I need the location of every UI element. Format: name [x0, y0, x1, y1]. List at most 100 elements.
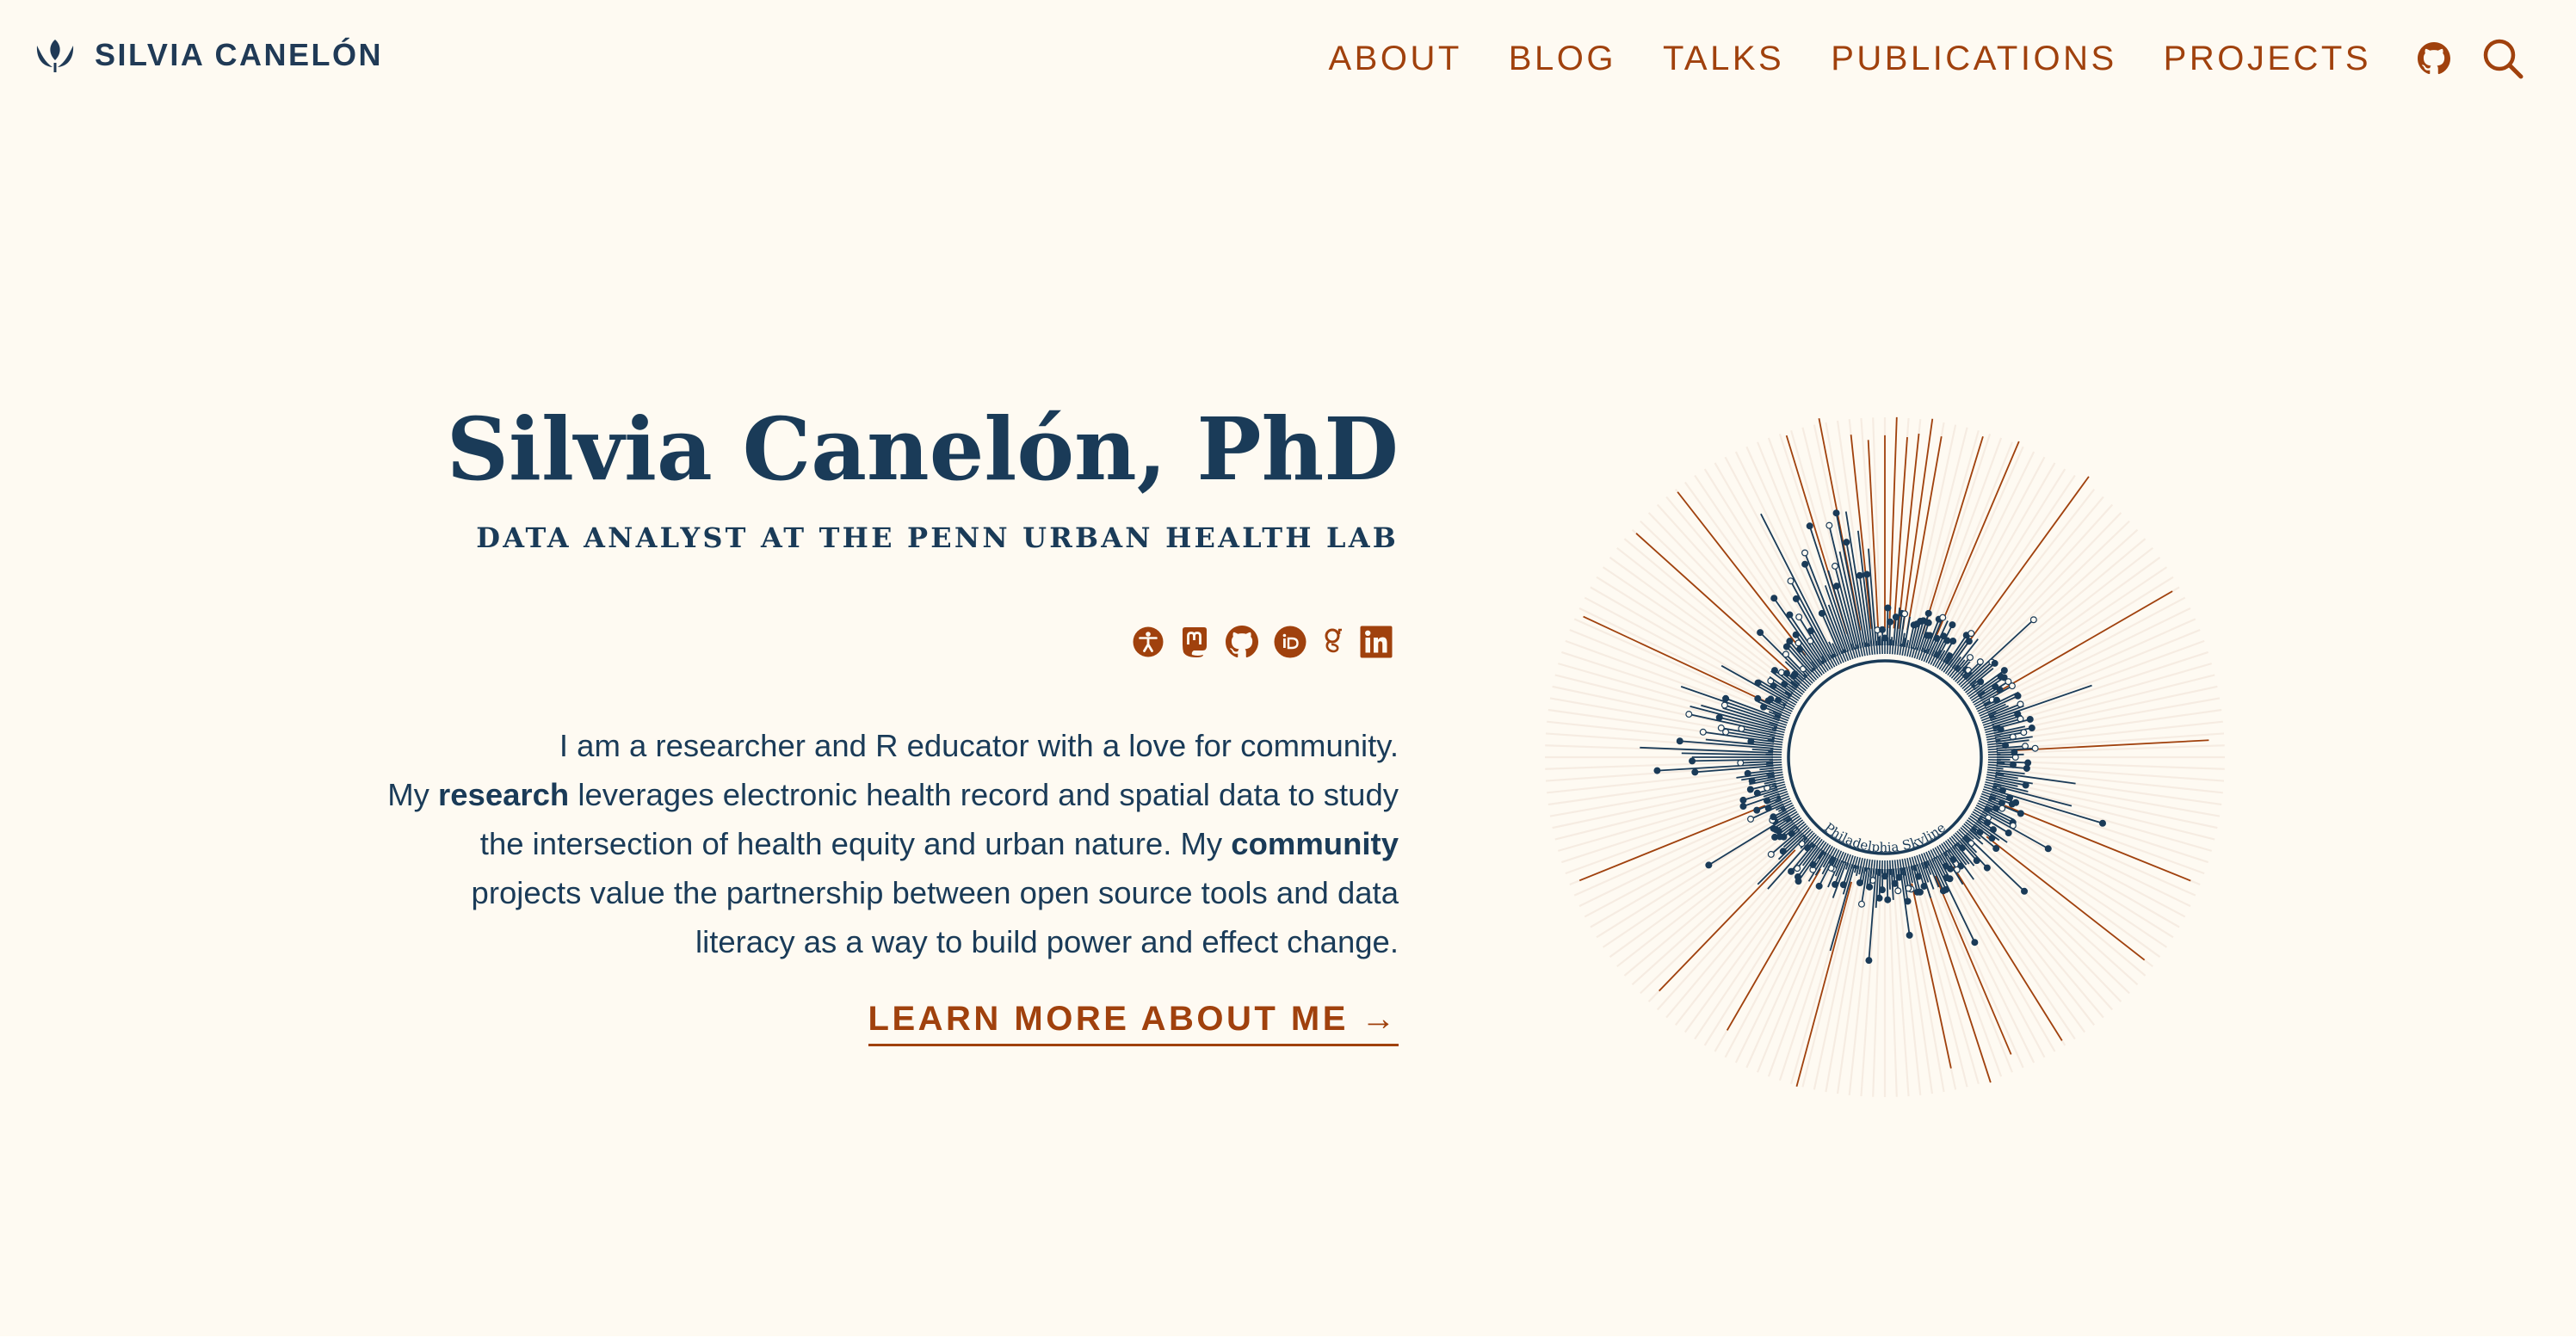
viz-bar-dot: [2008, 800, 2016, 808]
nav-blog[interactable]: BLOG: [1509, 40, 1616, 78]
viz-bar-dot: [1832, 509, 1840, 517]
viz-bar-dot: [1939, 614, 1947, 621]
viz-bar-dot: [1832, 562, 1839, 570]
viz-bar-dot: [1906, 931, 1913, 939]
site-logo[interactable]: SILVIA CANELÓN: [33, 33, 383, 77]
viz-bar-dot: [1968, 630, 1975, 638]
bio-line: My: [387, 777, 439, 812]
viz-bar-dot: [1992, 845, 2000, 853]
viz-spoke: [1569, 629, 1786, 718]
mastodon-icon[interactable]: [1179, 626, 1210, 658]
viz-spoke: [1984, 629, 2201, 718]
viz-bar-dot: [1691, 768, 1699, 776]
viz-bar-dot: [1884, 896, 1892, 903]
viz-bar-dot: [1832, 583, 1840, 590]
viz-bar-dot: [1786, 611, 1794, 619]
nav-publications[interactable]: PUBLICATIONS: [1831, 40, 2116, 78]
viz-spoke: [1941, 468, 2066, 667]
viz-bar-dot: [1806, 522, 1813, 530]
viz-bar-dot: [1865, 957, 1873, 965]
viz-bar-dot: [1832, 880, 1839, 888]
viz-bar-dot: [1801, 560, 1809, 568]
viz-bar-dot: [1884, 604, 1892, 612]
viz-bar-dot: [1779, 848, 1787, 855]
viz-bar-dot: [1744, 769, 1751, 777]
viz-bar-dot: [1757, 629, 1764, 637]
viz-spoke: [1943, 846, 2076, 1040]
viz-bar-dot: [1924, 609, 1932, 617]
viz-spoke: [1602, 816, 1796, 948]
page-subtitle: DATA ANALYST AT THE PENN URBAN HEALTH LA…: [476, 521, 1399, 554]
nav-about[interactable]: ABOUT: [1329, 40, 1462, 78]
learn-more-link[interactable]: LEARN MORE ABOUT ME →: [868, 1000, 1399, 1046]
viz-bar-dot: [2020, 729, 2028, 737]
social-links: [1133, 626, 1393, 658]
viz-bar-dot: [1887, 618, 1894, 626]
viz-bar-dot: [2029, 616, 2037, 624]
viz-tick: [1896, 644, 1900, 655]
viz-bar-dot: [1924, 619, 1932, 626]
github-icon[interactable]: [2418, 42, 2450, 75]
search-icon[interactable]: [2481, 37, 2524, 80]
viz-label: Philadelphia Skyline: [1821, 820, 1949, 855]
viz-bar-dot: [2031, 744, 2039, 752]
viz-bar-dot: [1983, 864, 1991, 872]
viz-bar-dot: [1965, 638, 1973, 645]
viz-bar-dot: [1676, 737, 1683, 745]
nav-talks[interactable]: TALKS: [1663, 40, 1784, 78]
viz-bar-dot: [1792, 595, 1800, 602]
viz-bar-dot: [1782, 669, 1790, 677]
viz-bar-dot: [2014, 692, 2022, 700]
bio-paragraph: I am a researcher and R educator with a …: [314, 721, 1399, 966]
viz-bar-dot: [1801, 549, 1809, 557]
linkedin-icon[interactable]: [1360, 626, 1393, 658]
viz-bar-dot: [2028, 724, 2035, 732]
viz-bar-dot: [1949, 638, 1957, 645]
accessibility-icon[interactable]: [1133, 626, 1164, 657]
orcid-icon[interactable]: [1274, 626, 1307, 658]
viz-bar-dot: [1976, 658, 1984, 666]
bio-line: projects value the partnership between o…: [471, 875, 1399, 910]
viz-bar-dot: [1949, 621, 1956, 629]
viz-bar-dot: [1894, 887, 1902, 895]
viz-spoke: [1703, 848, 1829, 1046]
viz-bar-dot: [1977, 678, 1985, 686]
viz-spoke: [1596, 813, 1795, 939]
viz-bar-dot: [1705, 861, 1713, 869]
viz-bar-dot: [1689, 757, 1696, 765]
viz-tick: [1987, 750, 1998, 754]
viz-bar-dot: [2023, 764, 2030, 772]
github-icon[interactable]: [1226, 626, 1258, 658]
bio-line: I am a researcher and R educator with a …: [559, 728, 1399, 763]
viz-spoke: [1757, 856, 1846, 1073]
viz-bar-dot: [1988, 835, 1996, 842]
viz-bar-dot: [1715, 713, 1723, 721]
viz-bar-dot: [2005, 829, 2012, 837]
viz-bar-dot: [1786, 638, 1794, 645]
viz-bar-dot: [1753, 789, 1761, 797]
viz-bar-dot: [1794, 873, 1801, 881]
page: SILVIA CANELÓN ABOUT BLOG TALKS PUBLICAT…: [0, 0, 2576, 1338]
viz-tick: [1772, 743, 1782, 746]
viz-bar-dot: [2000, 667, 2008, 675]
viz-tick: [1987, 745, 1998, 749]
bio-line: the intersection of health equity and ur…: [479, 826, 1232, 861]
nav-projects[interactable]: PROJECTS: [2164, 40, 2371, 78]
viz-bar-dot: [1787, 577, 1795, 585]
viz-bar-dot: [1843, 539, 1850, 546]
viz-bar-dot: [1815, 882, 1823, 890]
viz-bar-dot: [1770, 813, 1777, 821]
viz-center-circle: [1787, 659, 1983, 855]
viz-bar: [1886, 607, 1889, 646]
viz-bar-dot: [1717, 724, 1725, 732]
viz-spoke: [1549, 774, 1780, 817]
viz-tick: [1986, 737, 1997, 741]
viz-bar-dot: [1746, 786, 1754, 793]
viz-bar-dot: [1753, 806, 1761, 814]
site-title: SILVIA CANELÓN: [95, 37, 384, 72]
google-scholar-icon[interactable]: [1322, 626, 1344, 657]
viz-bar-dot: [1856, 571, 1863, 579]
viz-bar: [1996, 767, 2004, 770]
viz-bar-dot: [1771, 667, 1779, 675]
viz-bar-dot: [1901, 610, 1909, 618]
